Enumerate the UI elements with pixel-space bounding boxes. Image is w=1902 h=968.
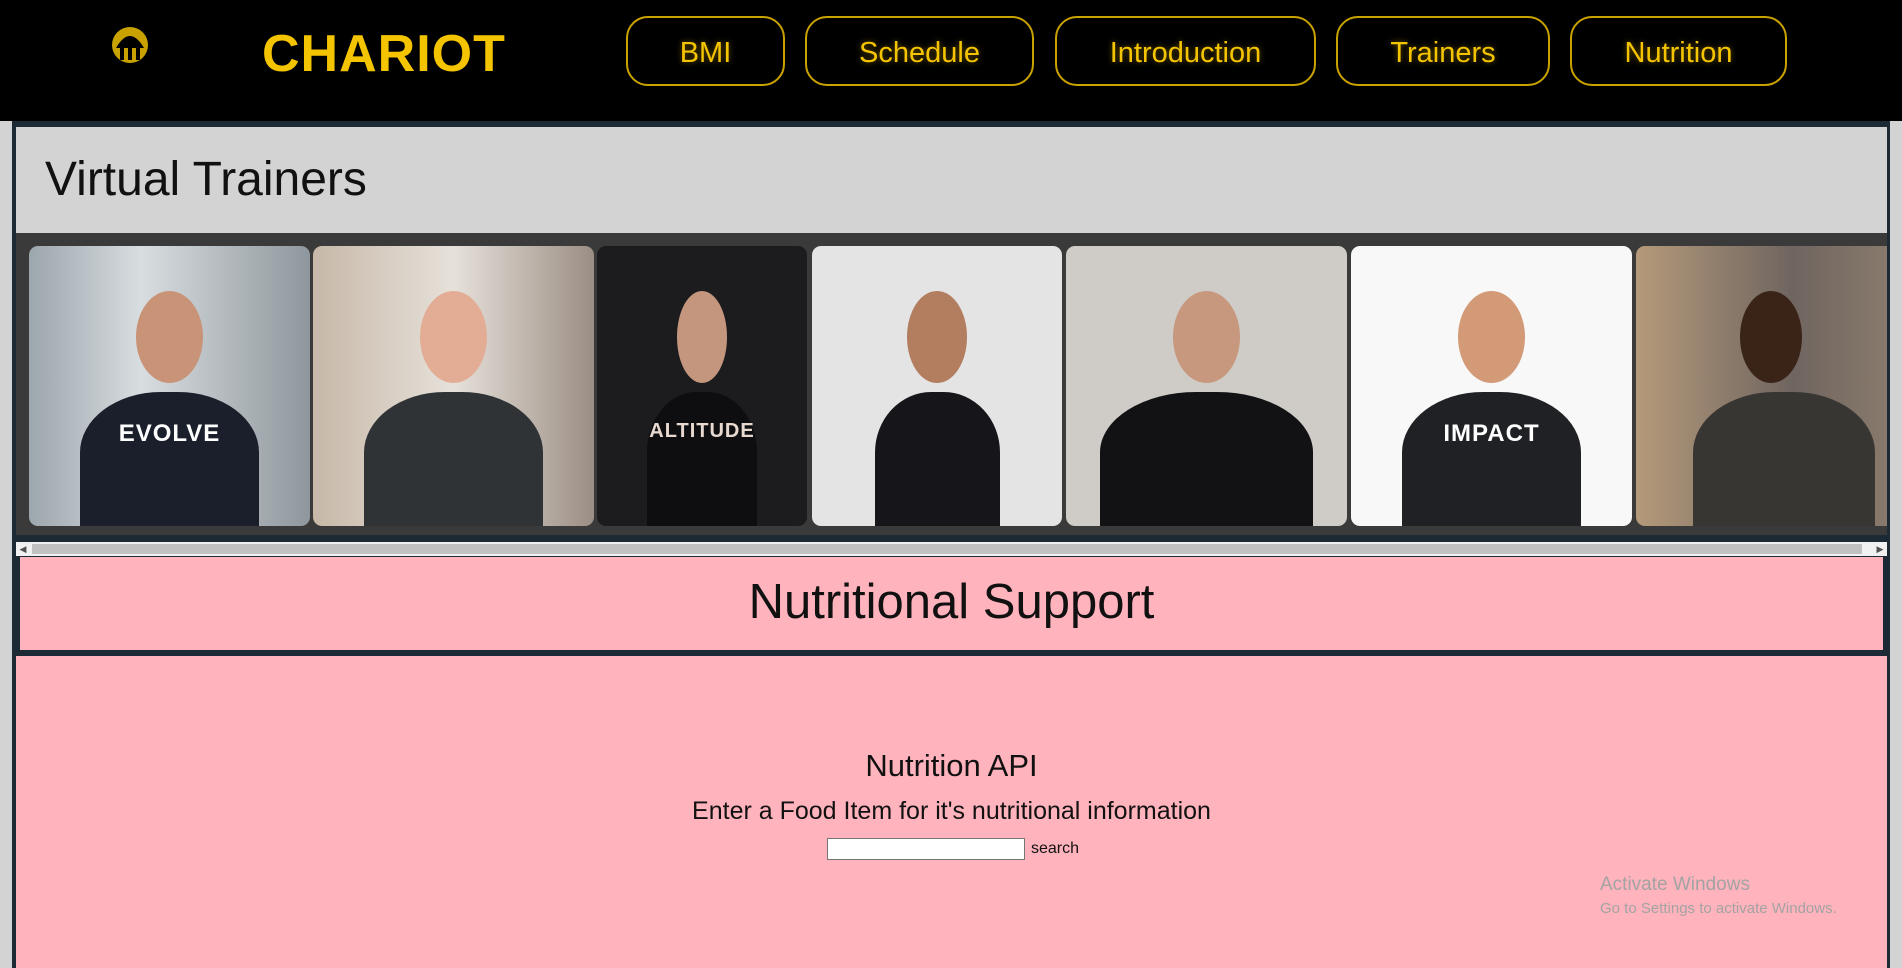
watermark-line-2: Go to Settings to activate Windows. — [1600, 900, 1837, 917]
trainer-body — [363, 391, 544, 526]
trainer-photo-woman-smiling[interactable] — [812, 246, 1062, 526]
nav-nutrition[interactable]: Nutrition — [1570, 16, 1787, 86]
trainer-body — [647, 391, 757, 526]
trainer-gallery[interactable]: EVOLVE ALTITUDE IMPACT — [16, 233, 1887, 535]
brand-title: CHARIOT — [262, 25, 506, 83]
nav-schedule[interactable]: Schedule — [805, 16, 1034, 86]
trainer-face — [1740, 290, 1803, 384]
trainer-face — [676, 290, 728, 384]
shirt-text: EVOLVE — [118, 419, 221, 447]
watermark-line-1: Activate Windows — [1600, 874, 1750, 895]
shirt-text: ALTITUDE — [649, 419, 755, 442]
nutrition-title: Nutritional Support — [748, 575, 1155, 629]
gallery-scrollbar[interactable]: ◀ ▶ — [16, 542, 1887, 556]
trainer-body — [79, 391, 260, 526]
trainer-body — [874, 391, 1000, 526]
food-search-input[interactable] — [827, 838, 1025, 860]
shirt-text: IMPACT — [1443, 419, 1540, 447]
trainer-body — [1401, 391, 1582, 526]
trainer-photo-gym[interactable] — [1636, 246, 1887, 526]
trainer-face — [419, 290, 488, 384]
trainer-photo-impact[interactable]: IMPACT — [1351, 246, 1632, 526]
trainer-photo-altitude[interactable]: ALTITUDE — [597, 246, 807, 526]
nutrition-header: Nutritional Support — [20, 557, 1883, 650]
trainer-face — [1457, 290, 1526, 384]
api-title: Nutrition API — [865, 748, 1038, 783]
trainer-body — [1693, 391, 1876, 526]
trainer-body — [1099, 391, 1314, 526]
trainer-photo-evolve[interactable]: EVOLVE — [29, 246, 310, 526]
nav-bmi[interactable]: BMI — [626, 16, 785, 86]
scroll-left-arrow-icon[interactable]: ◀ — [16, 542, 30, 556]
trainers-title: Virtual Trainers — [45, 153, 367, 206]
scrollbar-thumb[interactable] — [32, 544, 1862, 554]
windows-activation-watermark: Activate Windows Go to Settings to activ… — [1600, 874, 1837, 917]
trainer-photo-young-man[interactable] — [313, 246, 594, 526]
search-button[interactable]: search — [1031, 840, 1079, 858]
api-subtitle: Enter a Food Item for it's nutritional i… — [692, 797, 1211, 825]
trainer-face — [1172, 290, 1241, 384]
trainer-photo-muscular[interactable] — [1066, 246, 1347, 526]
nav-introduction[interactable]: Introduction — [1055, 16, 1316, 86]
helmet-logo-icon[interactable] — [108, 26, 152, 64]
trainer-face — [135, 290, 204, 384]
nutrition-panel: Nutrition API Enter a Food Item for it's… — [16, 656, 1887, 968]
nav-trainers[interactable]: Trainers — [1336, 16, 1550, 86]
scroll-right-arrow-icon[interactable]: ▶ — [1873, 542, 1887, 556]
site-header: CHARIOT BMI Schedule Introduction Traine… — [0, 0, 1902, 121]
trainer-face — [907, 290, 967, 384]
